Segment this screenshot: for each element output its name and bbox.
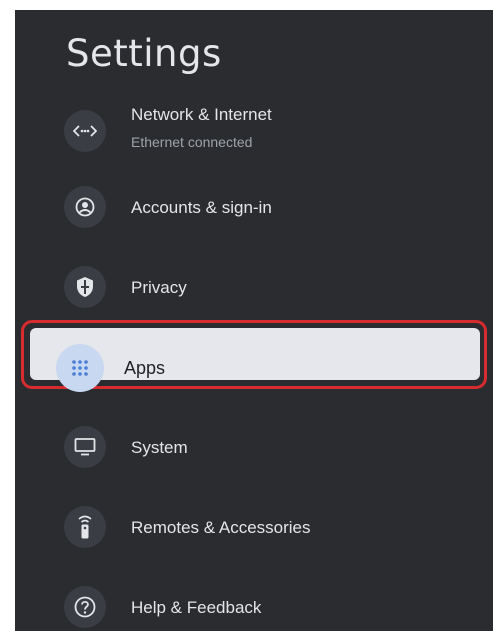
settings-item-remotes[interactable]: Remotes & Accessories [15, 496, 493, 560]
settings-item-label-apps: Apps [124, 358, 166, 378]
monitor-icon [64, 426, 106, 468]
settings-item-label: Remotes & Accessories [131, 518, 311, 537]
settings-item-label: Accounts & sign-in [131, 198, 272, 217]
settings-item-label: Network & Internet [131, 105, 272, 124]
settings-item-network[interactable]: Network & Internet Ethernet connected [15, 100, 493, 164]
settings-item-label: Help & Feedback [131, 598, 262, 617]
network-arrows-icon [64, 110, 106, 152]
apps-grid-icon [56, 344, 104, 392]
settings-item-system[interactable]: System [15, 416, 493, 480]
settings-item-privacy[interactable]: Privacy [15, 256, 493, 320]
settings-item-accounts[interactable]: Accounts & sign-in [15, 176, 493, 240]
settings-item-help[interactable]: Help & Feedback [15, 576, 493, 631]
settings-item-label: System [131, 438, 188, 457]
settings-item-sublabel: Ethernet connected [131, 134, 253, 150]
help-icon [64, 586, 106, 628]
privacy-shield-icon [64, 266, 106, 308]
page-title: Settings [66, 32, 222, 75]
remote-icon [64, 506, 106, 548]
account-circle-icon [64, 186, 106, 228]
settings-item-label: Privacy [131, 278, 187, 297]
